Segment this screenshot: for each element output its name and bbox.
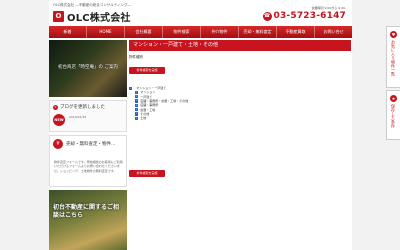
search-button-bottom[interactable]: 条件検索を実施	[129, 170, 165, 177]
nav-item-sale-assessment[interactable]: 売却・無料査定	[239, 26, 277, 38]
checkbox-label: 土地	[140, 116, 147, 121]
blog-heading: ✎ ブログを更新しました	[53, 104, 105, 110]
nav-item-company[interactable]: 会社概要	[125, 26, 163, 38]
checkbox-checked-icon[interactable]: ✓	[135, 90, 139, 95]
sale-heading: ¥ 売却・無料査定・物件...	[53, 139, 115, 149]
phone-number: 03-5723-6147	[273, 11, 346, 21]
property-type-checkboxes: ✓ マンション・一戸建て ✓ マンション ✓ 一戸建て ✓ 店舗・事務所・倉庫・工場・そ…	[129, 86, 229, 120]
checkbox-checked-icon[interactable]: ✓	[135, 103, 139, 107]
nav-item-brokerage[interactable]: 仲介物件	[201, 26, 239, 38]
saved-conditions-tab[interactable]: ★ 保存した条件	[386, 90, 400, 140]
main-nav: 新着 HOME 会社概要 物件検索 仲介物件 売却・無料査定 不動産買取 お問い…	[49, 26, 352, 38]
blog-update-box[interactable]: ✎ ブログを更新しました NEW 2019/01/15	[49, 100, 127, 132]
nav-item-home[interactable]: HOME	[87, 26, 125, 38]
page-title: マンション・一戸建て・土地・その他	[129, 40, 351, 51]
checkbox-checked-icon[interactable]: ✓	[135, 95, 139, 99]
saved-conditions-label: 保存した条件	[391, 104, 396, 128]
phone-icon: ☎	[262, 11, 272, 21]
business-hours: 営業時間 9:00から 9:00-	[311, 6, 346, 10]
yen-icon: ¥	[53, 139, 63, 149]
sale-assessment-box[interactable]: ¥ 売却・無料査定・物件... 物件査定フォームです。現地相談のお客様もご利用い…	[49, 135, 127, 187]
site-tagline: OLC株式会社 ―不動産の総合コンサルティング―	[53, 3, 132, 7]
new-badge: NEW	[53, 114, 65, 126]
favorites-tab[interactable]: ♥ お気に入り物件一覧	[386, 26, 400, 88]
blog-date: 2019/01/15	[69, 115, 87, 119]
logo-text: OLC株式会社	[67, 13, 131, 24]
nav-item-contact[interactable]: お問い合せ	[315, 26, 352, 38]
nav-item-purchase[interactable]: 不動産買取	[277, 26, 315, 38]
checkbox-checked-icon[interactable]: ✓	[135, 107, 139, 112]
favorites-label: お気に入り物件一覧	[391, 40, 396, 76]
checkbox-checked-icon[interactable]: ✓	[135, 99, 139, 103]
checkbox-row[interactable]: ✓ 土地	[135, 116, 229, 120]
blog-icon: ✎	[53, 104, 58, 110]
jikuan-banner[interactable]: 初台商店「時空庵」の ご案内	[49, 40, 127, 97]
blog-title: ブログを更新しました	[60, 105, 105, 110]
checkbox-checked-icon[interactable]: ✓	[135, 112, 139, 116]
sale-title: 売却・無料査定・物件...	[66, 142, 116, 147]
category-label: 物件種別	[129, 55, 143, 59]
banner-text: 初台不動産に関するご相談はこちら	[53, 204, 120, 219]
phone-contact[interactable]: ☎ 03-5723-6147	[262, 11, 347, 21]
sale-description: 物件査定フォームです。現地相談のお客様もご利用いただけるフォームよりお問い合わせ…	[54, 160, 123, 173]
checkbox-checked-icon[interactable]: ✓	[129, 86, 133, 90]
banner-text: 初台商店「時空庵」の ご案内	[58, 65, 118, 70]
consultation-banner[interactable]: 初台不動産に関するご相談はこちら	[49, 190, 127, 250]
site-logo[interactable]: O OLC株式会社	[53, 9, 131, 24]
nav-item-property-search[interactable]: 物件検索	[163, 26, 201, 38]
nav-item-new[interactable]: 新着	[49, 26, 87, 38]
page-container: OLC株式会社 ―不動産の総合コンサルティング― O OLC株式会社 営業時間 …	[49, 0, 352, 250]
checkbox-checked-icon[interactable]: ✓	[135, 116, 139, 120]
search-button[interactable]: 条件検索を実施	[129, 67, 165, 74]
save-icon: ★	[390, 95, 397, 102]
heart-icon: ♥	[390, 31, 397, 38]
logo-mark-icon: O	[53, 11, 64, 22]
